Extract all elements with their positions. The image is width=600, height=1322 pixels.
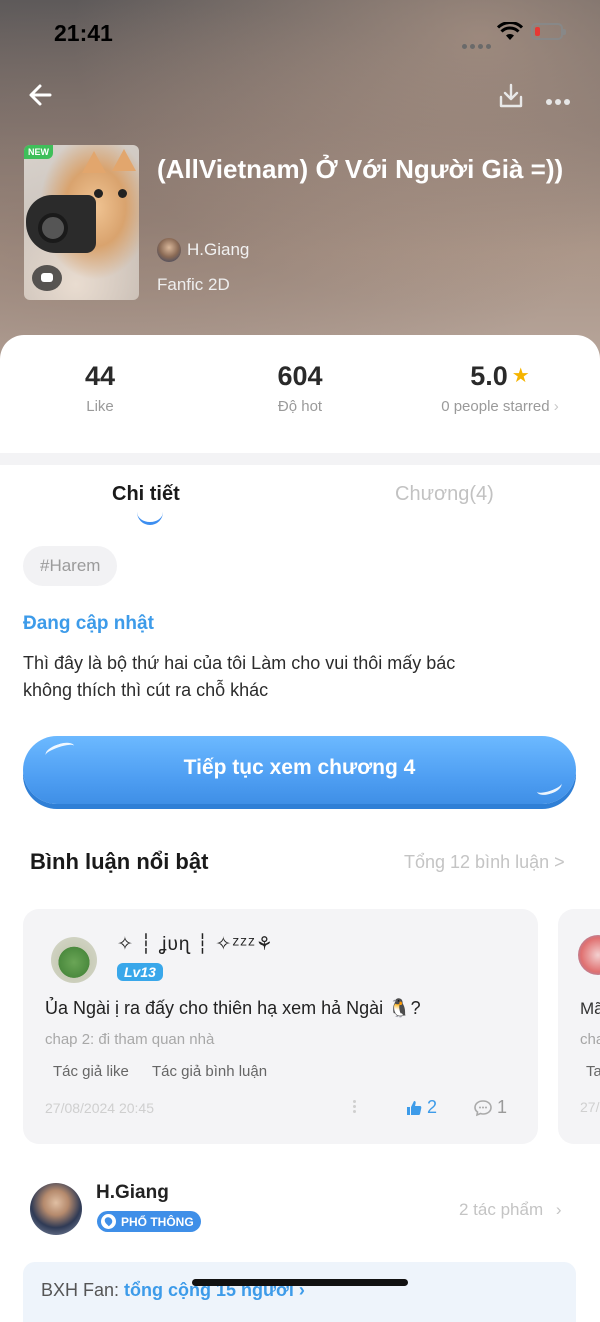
author-works-count: 2 tác phẩm <box>459 1200 544 1219</box>
next-comment-text: Mã <box>580 999 600 1018</box>
next-comment-tag: Ta <box>586 1063 600 1080</box>
wifi-icon <box>497 22 523 40</box>
level-badge: Lv13 <box>117 963 163 981</box>
tab-chapters[interactable]: Chương(4) <box>395 483 494 506</box>
hot-stat: 604 Độ hot <box>250 361 350 415</box>
story-genre: Fanfic 2D <box>157 275 230 294</box>
update-status: Đang cập nhật <box>23 613 154 634</box>
new-badge: NEW <box>24 145 53 159</box>
comment-card[interactable]: ✧ ┆ ʝυɳ ┆ ✧ᶻᶻᶻ⚘ Lv13 Ủa Ngài ị ra đấy ch… <box>23 909 538 1144</box>
author-name: H.Giang <box>187 240 250 259</box>
featured-comments-title: Bình luận nổi bật <box>30 849 209 874</box>
next-comment-card[interactable]: Mã cha Ta 27/ <box>558 909 600 1144</box>
tab-active-indicator <box>137 512 163 525</box>
continue-reading-label: Tiếp tục xem chương 4 <box>183 756 416 779</box>
thumbs-up-icon <box>407 1100 422 1115</box>
star-icon: ★ <box>511 365 530 387</box>
next-comment-chapter: cha <box>580 1031 600 1048</box>
all-comments-link[interactable]: Tổng 12 bình luận > <box>404 852 565 873</box>
rating-stat[interactable]: 5.0 ★ 0 people starred › <box>420 361 580 415</box>
hashtag-chip[interactable]: #Harem <box>23 546 118 586</box>
chevron-right-icon: › <box>555 1200 562 1219</box>
next-comment-date: 27/ <box>580 1099 600 1115</box>
story-header: 21:41 NEW (AllVietnam) Ở Với Người Già =… <box>0 0 600 360</box>
author-works-link[interactable]: 2 tác phẩm › <box>459 1200 562 1220</box>
comment-chapter: chap 2: đi tham quan nhà <box>45 1031 215 1048</box>
story-cover-image[interactable]: NEW <box>24 145 139 300</box>
like-count: 2 <box>427 1097 438 1117</box>
reply-count: 1 <box>497 1097 508 1117</box>
cellular-signal-icon <box>462 36 494 54</box>
story-description: Thì đây là bộ thứ hai của tôi Làm cho vu… <box>23 653 456 700</box>
rating-label: 0 people starred <box>441 398 550 415</box>
author-replied-tag: Tác giả bình luận <box>152 1063 268 1080</box>
fan-ranking-box[interactable]: BXH Fan: tổng cộng 15 người › <box>23 1262 576 1322</box>
home-indicator[interactable] <box>192 1279 408 1286</box>
author-rank-badge: PHỔ THÔNG <box>97 1211 201 1232</box>
comment-date: 27/08/2024 20:45 <box>45 1100 154 1116</box>
status-bar: 21:41 <box>0 0 600 64</box>
author-rank-label: PHỔ THÔNG <box>121 1214 194 1229</box>
hot-label: Độ hot <box>277 398 323 415</box>
hot-count: 604 <box>277 361 323 391</box>
comment-bubble-icon[interactable] <box>32 265 62 291</box>
author-liked-tag: Tác giả like <box>53 1063 129 1080</box>
section-divider <box>0 453 600 465</box>
tab-details[interactable]: Chi tiết <box>112 483 180 506</box>
comment-like-button[interactable]: 2 <box>405 1097 437 1118</box>
commenter-avatar[interactable] <box>51 937 97 983</box>
back-arrow-icon[interactable] <box>26 80 56 110</box>
water-drop-icon <box>101 1214 116 1229</box>
download-icon[interactable] <box>497 82 525 110</box>
author-avatar <box>157 238 181 262</box>
chevron-right-icon: › <box>553 398 559 415</box>
story-title: (AllVietnam) Ở Với Người Già =)) <box>157 154 564 184</box>
likes-count: 44 <box>84 361 116 391</box>
rating-value: 5.0 <box>470 361 508 391</box>
stats-card: 44 Like 604 Độ hot 5.0 ★ 0 people starred… <box>0 335 600 453</box>
commenter-name[interactable]: ✧ ┆ ʝυɳ ┆ ✧ᶻᶻᶻ⚘ <box>117 933 274 956</box>
continue-reading-button[interactable]: Tiếp tục xem chương 4 <box>23 736 576 804</box>
next-commenter-avatar <box>578 935 600 975</box>
more-options-icon[interactable] <box>546 92 573 110</box>
fan-ranking-label: BXH Fan: <box>41 1280 125 1300</box>
comment-reply-button[interactable]: 1 <box>473 1097 507 1118</box>
likes-stat: 44 Like <box>60 361 140 415</box>
likes-label: Like <box>86 398 114 415</box>
story-author[interactable]: H.Giang <box>157 238 249 262</box>
comment-more-icon[interactable] <box>353 1100 356 1115</box>
battery-icon <box>531 23 566 40</box>
author-profile-name[interactable]: H.Giang <box>96 1182 169 1204</box>
reply-bubble-icon <box>474 1099 492 1116</box>
status-time: 21:41 <box>54 20 113 46</box>
comment-text: Ủa Ngài ị ra đấy cho thiên hạ xem hả Ngà… <box>45 998 421 1018</box>
author-profile-avatar[interactable] <box>30 1183 82 1235</box>
